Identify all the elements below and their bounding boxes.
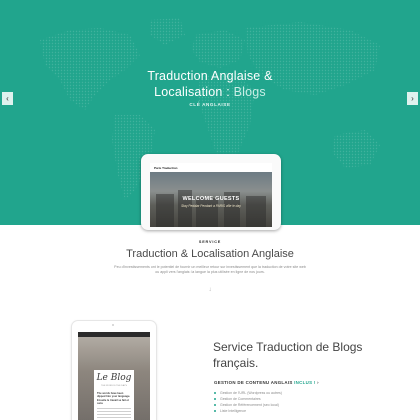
feature-subtitle-accent: INCLUS !: [294, 380, 316, 385]
tablet-welcome-text: WELCOME GUESTS: [182, 196, 240, 202]
blog-tablet-mockup: Le Blog THE WORLDS THE DAYS The words ha…: [72, 321, 156, 420]
tablet-nav: Paris Traduction: [154, 165, 178, 170]
hero-title: Traduction Anglaise & Localisation : Blo…: [0, 68, 420, 100]
hero-title-line1: Traduction Anglaise &: [147, 69, 273, 83]
blog-card: Le Blog THE WORLDS THE DAYS The words ha…: [94, 370, 134, 420]
chevron-right-icon: ›: [317, 380, 319, 385]
hero-title-accent: Blogs: [233, 85, 266, 99]
feature-subtitle-text: GESTION DE CONTENU ANGLAIS: [214, 380, 293, 385]
blog-top-bar: [78, 332, 150, 337]
chevron-right-icon: ›: [411, 94, 414, 103]
tablet-screen: Paris Traduction WELCOME GUESTS Stay Ped…: [150, 163, 272, 227]
service-title: Traduction & Localisation Anglaise: [126, 248, 294, 260]
blog-meta: THE WORLDS THE DAYS: [101, 385, 127, 387]
feature-list: Gestion de l'URL (Wordpress ou autres) G…: [214, 390, 282, 414]
feature-title: Service Traduction de Blogs français.: [213, 340, 363, 370]
feature-subtitle-link[interactable]: GESTION DE CONTENU ANGLAIS INCLUS ! ›: [214, 380, 319, 385]
slider-next-button[interactable]: ›: [407, 92, 418, 105]
slider-prev-button[interactable]: ‹: [2, 92, 13, 105]
blog-text-lines: [97, 408, 131, 420]
chevron-left-icon: ‹: [6, 94, 9, 103]
blog-tablet-screen: Le Blog THE WORLDS THE DAYS The words ha…: [78, 332, 150, 420]
blog-logo: Le Blog: [96, 373, 132, 383]
arrow-down-icon: ↓: [208, 287, 212, 293]
tablet-script-text: Stay Pedalar Pendant a PARIS ville le da…: [181, 204, 241, 208]
blog-post-title: The words have been dipped Into your lan…: [97, 392, 131, 406]
service-description: Peu d'investissements ont le potentiel d…: [114, 265, 306, 275]
service-label: SERVICE: [198, 240, 222, 244]
hero-title-localisation: Localisation :: [154, 85, 230, 99]
camera-dot: [112, 324, 114, 326]
hero-subtitle: CLÉ ANGLAISE: [189, 102, 231, 107]
hero-title-line2: Localisation : Blogs: [0, 84, 420, 100]
hero-tablet-mockup: Paris Traduction WELCOME GUESTS Stay Ped…: [141, 154, 281, 230]
feature-list-item: Liste Intelligence: [214, 408, 282, 414]
